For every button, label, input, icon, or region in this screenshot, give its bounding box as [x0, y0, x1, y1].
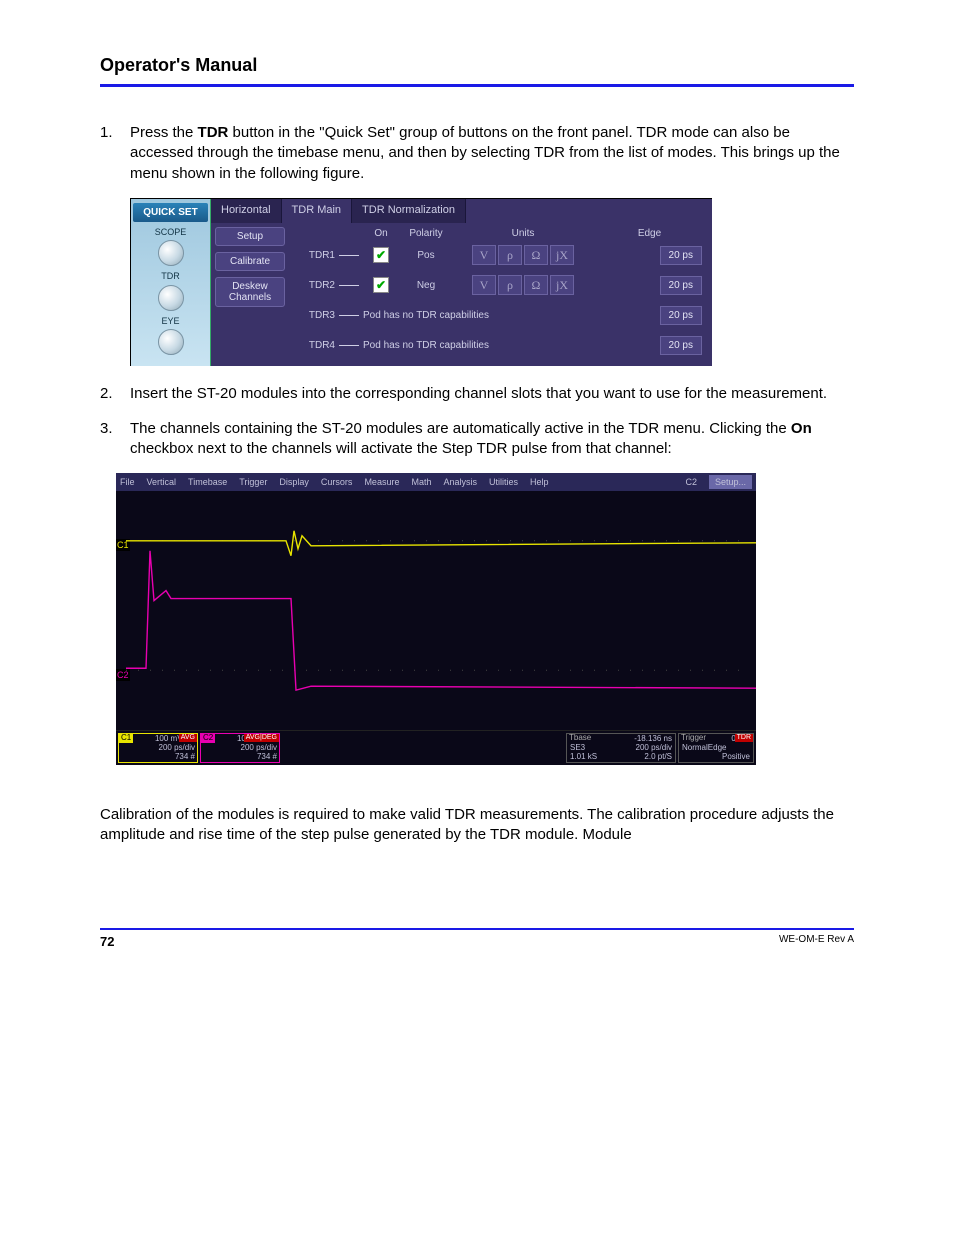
quickset-item[interactable]: TDR — [133, 270, 208, 310]
unit-rho-button[interactable]: ρ — [498, 275, 522, 295]
calibration-paragraph: Calibration of the modules is required t… — [100, 805, 854, 846]
step-number: 3. — [100, 419, 130, 460]
page-header-title: Operator's Manual — [100, 55, 854, 84]
scope-menubar: File Vertical Timebase Trigger Display C… — [116, 473, 756, 491]
menu-math[interactable]: Math — [411, 476, 431, 488]
channel-label: TDR2 — [295, 279, 335, 293]
line-icon — [339, 345, 359, 346]
page-number: 72 — [100, 934, 114, 949]
quickset-title: QUICK SET — [133, 203, 208, 223]
polarity-value[interactable]: Pos — [399, 249, 453, 263]
tab-horizontal[interactable]: Horizontal — [211, 199, 282, 223]
menu-trigger[interactable]: Trigger — [239, 476, 267, 488]
menu-measure[interactable]: Measure — [364, 476, 399, 488]
unit-jx-button[interactable]: jX — [550, 275, 574, 295]
tdr-row: TDR1 ✔ Pos V ρ Ω jX 20 ps — [295, 240, 706, 270]
knob-icon[interactable] — [158, 285, 184, 311]
edge-value[interactable]: 20 ps — [660, 246, 702, 266]
menu-display[interactable]: Display — [279, 476, 309, 488]
col-edge: Edge — [593, 227, 706, 241]
menu-timebase[interactable]: Timebase — [188, 476, 227, 488]
tab-tdr-normalization[interactable]: TDR Normalization — [352, 199, 466, 223]
tdr-tabs: Horizontal TDR Main TDR Normalization — [211, 199, 712, 223]
menu-setup-button[interactable]: Setup... — [709, 475, 752, 489]
tdr-row: TDR3 Pod has no TDR capabilities 20 ps — [295, 300, 706, 330]
on-checkbox[interactable]: ✔ — [373, 277, 389, 293]
quickset-panel: QUICK SET SCOPE TDR EYE — [131, 199, 211, 367]
figure-quickset-tdr-menu: QUICK SET SCOPE TDR EYE Horizontal TDR M… — [130, 198, 712, 367]
no-pod-message: Pod has no TDR capabilities — [363, 339, 593, 353]
channel-label: TDR3 — [295, 309, 335, 323]
quickset-item[interactable]: EYE — [133, 315, 208, 355]
polarity-value[interactable]: Neg — [399, 279, 453, 293]
tbase-label: Tbase — [569, 734, 591, 743]
channel-label: TDR1 — [295, 249, 335, 263]
c2-info-box[interactable]: C2 AVG|DEG 100 mV/div 200 ps/div 734 # — [200, 733, 280, 763]
unit-group: V ρ Ω jX — [453, 245, 593, 265]
col-polarity: Polarity — [399, 227, 453, 241]
tdr-row: TDR2 ✔ Neg V ρ Ω jX 20 ps — [295, 270, 706, 300]
trigger-info-box[interactable]: Trigger TDR 0 mV Normal EdgePositive — [678, 733, 754, 763]
no-pod-message: Pod has no TDR capabilities — [363, 309, 593, 323]
trigger-label: Trigger — [681, 734, 706, 743]
deskew-channels-button[interactable]: Deskew Channels — [215, 277, 285, 307]
footer-rule — [100, 928, 854, 930]
step-number: 2. — [100, 384, 130, 404]
avg-badge: AVG|DEG — [244, 734, 279, 742]
tab-tdr-main[interactable]: TDR Main — [282, 199, 353, 223]
figure-scope-screenshot: File Vertical Timebase Trigger Display C… — [116, 473, 756, 765]
on-checkbox[interactable]: ✔ — [373, 247, 389, 263]
calibrate-button[interactable]: Calibrate — [215, 252, 285, 271]
quickset-label: EYE — [133, 315, 208, 327]
scope-status-bar: C1 AVG 100 mV/div 200 ps/div 734 # C2 AV… — [116, 731, 756, 765]
unit-rho-button[interactable]: ρ — [498, 245, 522, 265]
quickset-label: SCOPE — [133, 226, 208, 238]
c1-info-box[interactable]: C1 AVG 100 mV/div 200 ps/div 734 # — [118, 733, 198, 763]
quickset-label: TDR — [133, 270, 208, 282]
line-icon — [339, 285, 359, 286]
menu-vertical[interactable]: Vertical — [147, 476, 177, 488]
timebase-info-box[interactable]: Tbase -18.136 ns SE3200 ps/div 1.01 kS2.… — [566, 733, 676, 763]
revision-label: WE-OM-E Rev A — [779, 934, 854, 949]
setup-button[interactable]: Setup — [215, 227, 285, 246]
unit-jx-button[interactable]: jX — [550, 245, 574, 265]
tdr-row: TDR4 Pod has no TDR capabilities 20 ps — [295, 330, 706, 360]
menu-file[interactable]: File — [120, 476, 135, 488]
unit-group: V ρ Ω jX — [453, 275, 593, 295]
step-text: Press the TDR button in the "Quick Set" … — [130, 123, 854, 184]
step-text: Insert the ST-20 modules into the corres… — [130, 384, 854, 404]
unit-v-button[interactable]: V — [472, 245, 496, 265]
c2-tag: C2 — [201, 734, 215, 743]
unit-ohm-button[interactable]: Ω — [524, 245, 548, 265]
unit-v-button[interactable]: V — [472, 275, 496, 295]
unit-ohm-button[interactable]: Ω — [524, 275, 548, 295]
avg-badge: AVG — [179, 734, 197, 742]
step-text: The channels containing the ST-20 module… — [130, 419, 854, 460]
col-on: On — [363, 227, 399, 241]
menu-utilities[interactable]: Utilities — [489, 476, 518, 488]
line-icon — [339, 255, 359, 256]
menu-help[interactable]: Help — [530, 476, 549, 488]
quickset-item[interactable]: SCOPE — [133, 226, 208, 266]
step-number: 1. — [100, 123, 130, 184]
edge-value[interactable]: 20 ps — [660, 336, 702, 356]
edge-value[interactable]: 20 ps — [660, 306, 702, 326]
edge-value[interactable]: 20 ps — [660, 276, 702, 296]
tdr-menu-panel: Horizontal TDR Main TDR Normalization Se… — [211, 199, 712, 367]
scope-plot-area[interactable]: C1 C2 — [116, 491, 756, 731]
knob-icon[interactable] — [158, 240, 184, 266]
page-footer: 72 WE-OM-E Rev A — [100, 928, 854, 949]
col-units: Units — [453, 227, 593, 241]
menu-c2-label: C2 — [685, 476, 697, 488]
menu-cursors[interactable]: Cursors — [321, 476, 353, 488]
line-icon — [339, 315, 359, 316]
knob-icon[interactable] — [158, 329, 184, 355]
c1-tag: C1 — [119, 734, 133, 743]
tdr-badge: TDR — [735, 734, 753, 742]
menu-analysis[interactable]: Analysis — [443, 476, 477, 488]
channel-label: TDR4 — [295, 339, 335, 353]
header-rule — [100, 84, 854, 87]
